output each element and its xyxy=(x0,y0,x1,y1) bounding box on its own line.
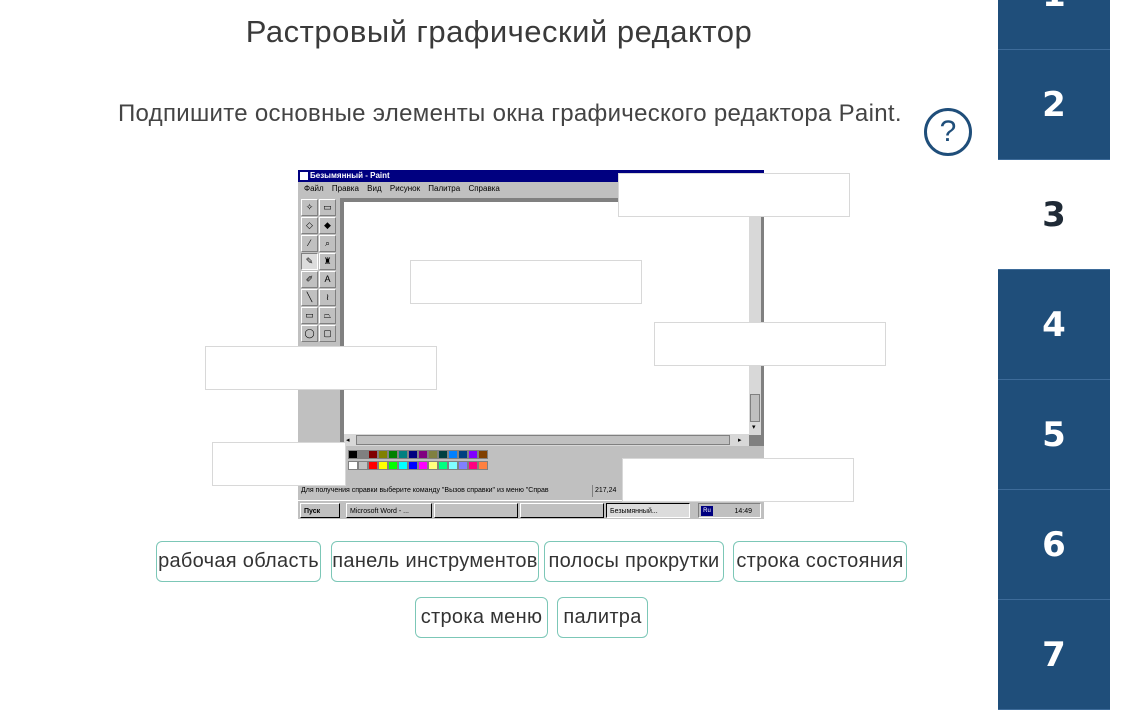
menu-item: Палитра xyxy=(428,184,461,193)
scroll-down-icon: ▾ xyxy=(752,424,756,431)
windows-taskbar: Пуск Microsoft Word - ... Безымянный... … xyxy=(298,500,764,519)
nav-item-3[interactable]: 3 xyxy=(998,160,1110,270)
drop-zone-work-area[interactable] xyxy=(410,260,642,304)
polygon-icon: ⏢ xyxy=(319,307,336,324)
palette-swatch xyxy=(348,450,358,459)
scroll-right-icon: ▸ xyxy=(738,437,742,444)
menu-item: Вид xyxy=(367,184,382,193)
nav-item-5[interactable]: 5 xyxy=(998,380,1110,490)
palette-swatch xyxy=(368,450,378,459)
nav-item-7[interactable]: 7 xyxy=(998,600,1110,710)
rectangle-icon: ▭ xyxy=(301,307,318,324)
free-select-icon: ✧ xyxy=(301,199,318,216)
answer-chip-toolbox[interactable]: панель инструментов xyxy=(331,541,539,582)
answer-chip-work-area[interactable]: рабочая область xyxy=(156,541,321,582)
scroll-thumb xyxy=(750,394,760,422)
taskbar-paint-button: Безымянный... xyxy=(606,503,690,518)
picker-icon: ⁄ xyxy=(301,235,318,252)
airbrush-icon: ✐ xyxy=(301,271,318,288)
drop-zone-palette[interactable] xyxy=(212,442,346,486)
line-icon: ╲ xyxy=(301,289,318,306)
answer-chip-status-bar[interactable]: строка состояния xyxy=(733,541,907,582)
palette-swatch xyxy=(368,461,378,470)
palette-swatch xyxy=(358,450,368,459)
palette-swatch xyxy=(448,461,458,470)
text-tool-icon: A xyxy=(319,271,336,288)
vertical-scrollbar: ▾ xyxy=(749,200,761,435)
help-icon[interactable]: ? xyxy=(924,108,972,156)
drop-zone-status-bar[interactable] xyxy=(622,458,854,502)
question-navigation: 1 2 3 4 5 6 7 xyxy=(998,0,1110,710)
taskbar-button xyxy=(434,503,518,518)
nav-item-4[interactable]: 4 xyxy=(998,270,1110,380)
palette-swatch xyxy=(418,450,428,459)
palette-swatch xyxy=(428,461,438,470)
brush-icon: ♜ xyxy=(319,253,336,270)
nav-item-6[interactable]: 6 xyxy=(998,490,1110,600)
paint-window-title: Безымянный - Paint xyxy=(310,171,390,180)
palette-swatch xyxy=(458,461,468,470)
rect-select-icon: ▭ xyxy=(319,199,336,216)
pencil-icon: ✎ xyxy=(301,253,318,270)
eraser-icon: ◇ xyxy=(301,217,318,234)
paint-palette xyxy=(348,450,498,476)
menu-item: Правка xyxy=(331,184,359,193)
palette-swatch xyxy=(398,450,408,459)
palette-swatch xyxy=(348,461,358,470)
scroll-left-icon: ◂ xyxy=(346,437,350,444)
palette-swatch xyxy=(388,461,398,470)
drop-zone-scrollbars[interactable] xyxy=(654,322,886,366)
palette-swatch xyxy=(378,450,388,459)
answer-chip-palette[interactable]: палитра xyxy=(557,597,648,638)
taskbar-word-button: Microsoft Word - ... xyxy=(346,503,432,518)
paint-canvas xyxy=(344,202,749,434)
clock: 14:49 xyxy=(734,508,752,515)
palette-swatch xyxy=(438,450,448,459)
fill-icon: ◆ xyxy=(319,217,336,234)
menu-item: Файл xyxy=(304,184,324,193)
palette-swatch xyxy=(448,450,458,459)
status-text: Для получения справки выберите команду "… xyxy=(301,487,549,494)
nav-item-2[interactable]: 2 xyxy=(998,50,1110,160)
magnifier-icon: ⌕ xyxy=(319,235,336,252)
paint-toolbox: ✧ ▭ ◇ ◆ ⁄ ⌕ ✎ ♜ ✐ A ╲ ≀ ▭ ⏢ ◯ ▢ xyxy=(300,198,338,344)
status-coords: 217,24 xyxy=(592,485,616,497)
rounded-rect-icon: ▢ xyxy=(319,325,336,342)
system-tray: Ru 14:49 xyxy=(698,503,761,518)
paint-app-icon xyxy=(300,172,308,180)
palette-swatch xyxy=(408,450,418,459)
palette-swatch xyxy=(468,461,478,470)
palette-swatch xyxy=(458,450,468,459)
palette-swatch xyxy=(418,461,428,470)
horizontal-scrollbar: ◂ ▸ xyxy=(344,434,749,446)
start-button: Пуск xyxy=(300,503,340,518)
palette-swatch xyxy=(388,450,398,459)
menu-item: Справка xyxy=(468,184,500,193)
palette-swatch xyxy=(398,461,408,470)
task-instruction: Подпишите основные элементы окна графиче… xyxy=(118,100,902,127)
palette-swatch xyxy=(378,461,388,470)
palette-swatch xyxy=(428,450,438,459)
ellipse-icon: ◯ xyxy=(301,325,318,342)
drop-zone-toolbox[interactable] xyxy=(205,346,437,390)
drop-zone-menu-bar[interactable] xyxy=(618,173,850,217)
answer-chip-menu-bar[interactable]: строка меню xyxy=(415,597,548,638)
taskbar-button xyxy=(520,503,604,518)
palette-swatch xyxy=(408,461,418,470)
palette-swatch xyxy=(478,450,488,459)
palette-swatch xyxy=(358,461,368,470)
curve-icon: ≀ xyxy=(319,289,336,306)
palette-swatch xyxy=(478,461,488,470)
answer-chip-scrollbars[interactable]: полосы прокрутки xyxy=(544,541,724,582)
palette-swatch xyxy=(468,450,478,459)
palette-swatch xyxy=(438,461,448,470)
scroll-thumb xyxy=(356,435,730,445)
page-title: Растровый графический редактор xyxy=(245,14,753,49)
menu-item: Рисунок xyxy=(389,184,421,193)
language-indicator: Ru xyxy=(701,506,713,516)
nav-item-1[interactable]: 1 xyxy=(998,0,1110,50)
